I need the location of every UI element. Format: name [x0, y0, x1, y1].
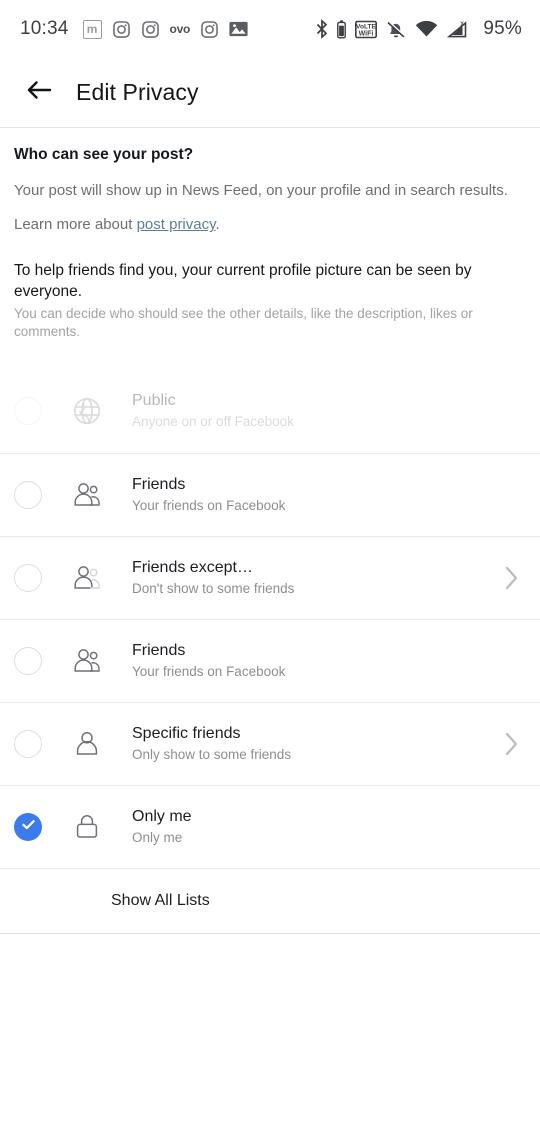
option-subtitle: Your friends on Facebook [132, 663, 286, 679]
profile-picture-notice: To help friends find you, your current p… [0, 237, 540, 341]
option-title: Friends [132, 641, 186, 659]
wifi-icon [415, 20, 438, 38]
privacy-option-friends-2[interactable]: Friends Your friends on Facebook [0, 618, 540, 702]
notifications-muted-icon [386, 20, 406, 39]
option-subtitle: Only me [132, 829, 183, 845]
friends-except-icon [70, 561, 104, 595]
show-all-lists-button[interactable]: Show All Lists [0, 867, 540, 934]
chevron-right-icon[interactable] [500, 566, 524, 590]
privacy-option-public-text: Public Anyone on or off Facebook [132, 391, 524, 431]
option-title: Only me [132, 807, 192, 825]
instagram-icon [200, 20, 219, 39]
radio-specific-friends[interactable] [14, 729, 42, 758]
privacy-option-friends-except[interactable]: Friends except… Don't show to some frien… [0, 535, 540, 619]
intro-heading: Who can see your post? [14, 146, 194, 163]
instagram-icon [141, 20, 160, 39]
radio-friends-except[interactable] [14, 563, 42, 592]
learn-more-prefix: Learn more about [14, 216, 137, 234]
learn-more-suffix: . [215, 216, 220, 234]
status-bar-system-icons: VoLTE WiFi x 95% [316, 18, 522, 40]
privacy-option-specific-friends-text: Specific friends Only show to some frien… [132, 724, 500, 764]
post-privacy-link[interactable]: post privacy [137, 216, 216, 233]
cellular-signal-off-icon: x [447, 20, 469, 39]
chevron-right-icon[interactable] [500, 732, 524, 756]
page-title: Edit Privacy [76, 79, 199, 105]
radio-friends[interactable] [14, 480, 42, 509]
option-subtitle: Don't show to some friends [132, 580, 295, 596]
bluetooth-icon [316, 19, 328, 39]
intro-body: Your post will show up in News Feed, on … [14, 182, 508, 199]
notice-title: To help friends find you, your current p… [14, 262, 472, 300]
privacy-option-friends-except-text: Friends except… Don't show to some frien… [132, 558, 500, 598]
option-title: Friends [132, 475, 186, 493]
privacy-option-only-me-text: Only me Only me [132, 807, 524, 847]
learn-more-line: Learn more about post privacy. [14, 216, 526, 233]
notice-subtitle: You can decide who should see the other … [14, 306, 473, 340]
privacy-options-list: Public Anyone on or off Facebook Friends… [0, 370, 540, 934]
privacy-option-friends-2-text: Friends Your friends on Facebook [132, 641, 524, 681]
check-icon [20, 816, 37, 838]
arrow-left-icon [26, 79, 52, 106]
option-title: Public [132, 392, 176, 410]
intro-section: Who can see your post? Your post will sh… [0, 128, 540, 233]
option-subtitle: Anyone on or off Facebook [132, 414, 294, 430]
option-title: Specific friends [132, 724, 241, 742]
lock-icon [70, 810, 104, 844]
privacy-option-only-me[interactable]: Only me Only me [0, 784, 540, 868]
status-bar-notification-icons: m ovo [82, 19, 248, 39]
instagram-icon [112, 20, 131, 39]
messenger-lite-icon: m [82, 19, 102, 39]
vowifi-icon: VoLTE WiFi [355, 20, 378, 39]
show-all-lists-label: Show All Lists [111, 891, 210, 909]
svg-text:WiFi: WiFi [359, 30, 374, 37]
status-bar-clock: 10:34 [20, 18, 69, 39]
option-title: Friends except… [132, 558, 253, 576]
status-bar: 10:34 m ovo VoLTE WiFi x 95% [0, 0, 540, 58]
radio-friends-2[interactable] [14, 646, 42, 675]
friends-icon [70, 644, 104, 678]
friends-icon [70, 478, 104, 512]
app-screen: 10:34 m ovo VoLTE WiFi x 95% Edit Privac… [0, 0, 540, 1144]
battery-percentage-label: 95% [483, 18, 522, 39]
privacy-option-friends[interactable]: Friends Your friends on Facebook [0, 452, 540, 536]
option-subtitle: Only show to some friends [132, 746, 292, 762]
ovo-icon: ovo [169, 22, 191, 36]
svg-text:x: x [461, 20, 465, 28]
option-subtitle: Your friends on Facebook [132, 497, 286, 513]
gallery-icon [229, 20, 248, 39]
back-button[interactable] [24, 78, 54, 108]
radio-only-me[interactable] [14, 812, 42, 841]
bluetooth-battery-icon [337, 19, 347, 39]
globe-icon [70, 394, 104, 428]
radio-public[interactable] [14, 397, 42, 426]
privacy-option-friends-text: Friends Your friends on Facebook [132, 475, 524, 515]
privacy-option-specific-friends[interactable]: Specific friends Only show to some frien… [0, 701, 540, 785]
app-bar: Edit Privacy [0, 58, 540, 128]
privacy-option-public[interactable]: Public Anyone on or off Facebook [0, 370, 540, 453]
person-icon [70, 727, 104, 761]
